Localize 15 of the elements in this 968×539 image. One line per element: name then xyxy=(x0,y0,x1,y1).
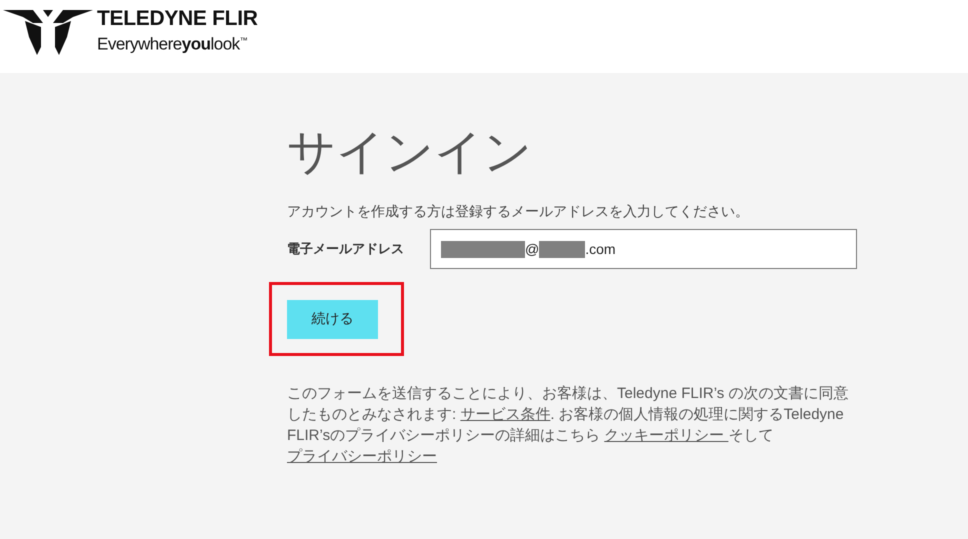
email-field[interactable]: @ .com xyxy=(430,229,857,269)
email-text: .com xyxy=(585,241,616,257)
page-title: サインイン xyxy=(287,125,533,181)
policy-link[interactable]: クッキーポリシー xyxy=(604,427,728,444)
policy-link[interactable]: プライバシーポリシー xyxy=(287,448,437,465)
email-text: @ xyxy=(525,241,540,257)
tagline: Everywhereyoulook$^{™}$ xyxy=(97,34,248,55)
continue-button[interactable]: 続ける xyxy=(287,300,378,338)
legal-text: このフォームを送信することにより、お客様は、Teledyne FLIR’s の次の文書に同意したものとみなされます: サービス条件. お客様の個人情報の処理に関するTeledyne FLIR’sのプライバシーポリシーの詳細はこちら クッキーポリシー そして プライバシーポリシー xyxy=(287,384,850,467)
instruction-text: アカウントを作成する方は登録するメールアドレスを入力してください。 xyxy=(287,202,750,221)
redaction-block xyxy=(539,240,586,258)
policy-link[interactable]: サービス条件 xyxy=(460,406,550,423)
brand-name: TELEDYNE FLIR xyxy=(97,7,258,31)
logo-icon xyxy=(3,7,93,55)
email-label: 電子メールアドレス xyxy=(287,240,405,258)
